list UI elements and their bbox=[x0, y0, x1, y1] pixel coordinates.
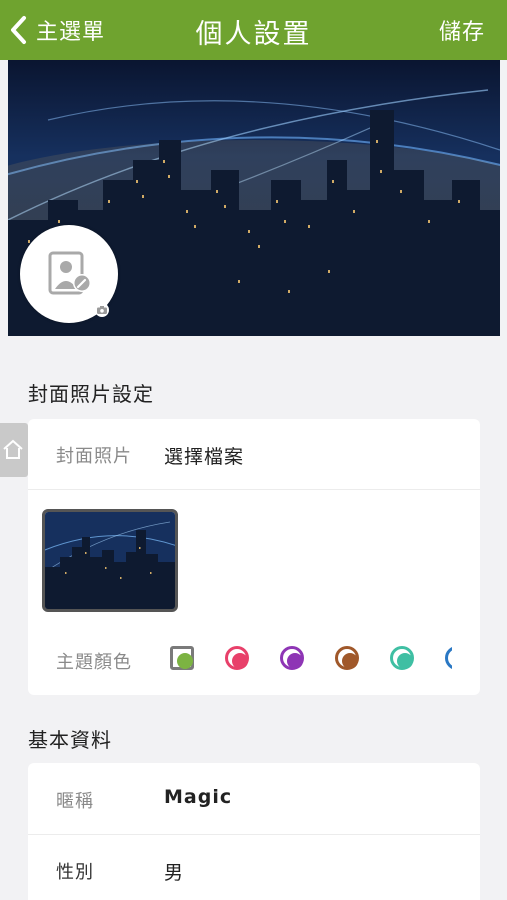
theme-swatch-brown[interactable] bbox=[335, 646, 359, 670]
camera-icon[interactable] bbox=[94, 302, 110, 321]
theme-swatch-green[interactable] bbox=[170, 646, 194, 670]
gender-label: 性別 bbox=[56, 862, 94, 883]
nickname-label: 暱稱 bbox=[56, 791, 94, 812]
basic-info-card: 暱稱 Magic 性別 男 bbox=[28, 763, 480, 900]
divider bbox=[28, 834, 480, 835]
profile-photo-icon bbox=[48, 249, 92, 301]
home-icon bbox=[2, 438, 24, 464]
chevron-left-icon bbox=[8, 15, 30, 45]
home-side-tab[interactable] bbox=[0, 423, 28, 477]
theme-swatch-purple[interactable] bbox=[280, 646, 304, 670]
back-button[interactable]: 主選單 bbox=[8, 12, 105, 48]
theme-swatch-pink[interactable] bbox=[225, 646, 249, 670]
basic-section-title: 基本資料 bbox=[28, 728, 112, 752]
back-label: 主選單 bbox=[36, 20, 106, 45]
app-header: 主選單 個人設置 儲存 bbox=[0, 0, 507, 60]
gender-field[interactable]: 男 bbox=[164, 858, 184, 885]
cover-section-title: 封面照片設定 bbox=[28, 382, 154, 406]
cover-settings-card: 封面照片 選擇檔案 主題顏色 bbox=[28, 419, 480, 695]
nickname-field[interactable]: Magic bbox=[164, 786, 232, 808]
save-button[interactable]: 儲存 bbox=[439, 14, 485, 46]
theme-swatch-list bbox=[28, 419, 452, 695]
theme-swatch-teal[interactable] bbox=[390, 646, 414, 670]
theme-swatch-blue[interactable] bbox=[445, 646, 452, 670]
